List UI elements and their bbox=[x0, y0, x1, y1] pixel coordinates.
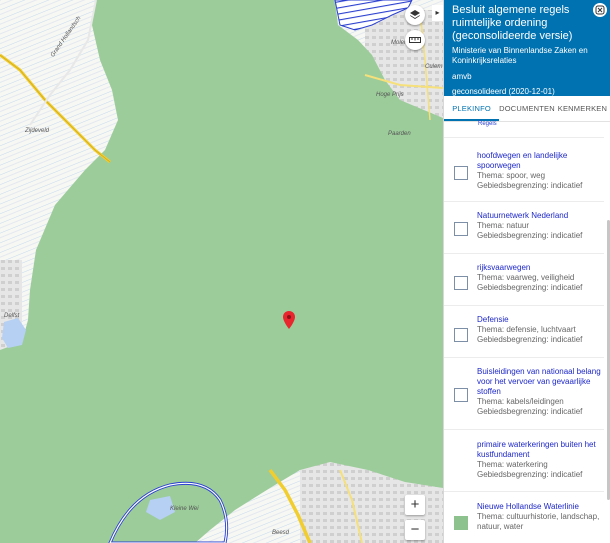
checkbox[interactable] bbox=[454, 166, 468, 180]
item-gebiedsbegrenzing: Gebiedsbegrenzing: indicatief bbox=[477, 407, 583, 416]
item-title[interactable]: primaire waterkeringen buiten het kustfu… bbox=[477, 440, 605, 460]
tab-documenten[interactable]: DOCUMENTEN bbox=[499, 96, 555, 121]
basemap bbox=[0, 0, 443, 543]
item-thema: Thema: spoor, weg bbox=[477, 171, 546, 180]
zoom-out-button[interactable]: − bbox=[405, 520, 425, 540]
item-gebiedsbegrenzing: Gebiedsbegrenzing: indicatief bbox=[477, 283, 583, 292]
layers-button[interactable] bbox=[405, 5, 425, 25]
map-label-hoge-prijs: Hoge Prijs bbox=[376, 92, 404, 98]
checkbox[interactable] bbox=[454, 276, 468, 290]
location-pin-icon[interactable] bbox=[283, 311, 295, 329]
regels-link[interactable]: Regels bbox=[444, 121, 610, 131]
item-gebiedsbegrenzing: Gebiedsbegrenzing: indicatief bbox=[477, 181, 583, 190]
map-label-kleine: Kleine Wei bbox=[170, 506, 199, 512]
list-item[interactable]: Buisleidingen van nationaal belang voor … bbox=[444, 357, 604, 429]
item-gebiedsbegrenzing: Gebiedsbegrenzing: indicatief bbox=[477, 231, 583, 240]
zoom-in-button[interactable]: + bbox=[405, 495, 425, 515]
map-label-zijdeveld: Zijdeveld bbox=[25, 128, 50, 134]
checkbox[interactable] bbox=[454, 388, 468, 402]
map-label-beesd: Beesd bbox=[272, 530, 290, 536]
map-label-culemborg: Culem bbox=[425, 64, 443, 70]
tab-kenmerken[interactable]: KENMERKEN bbox=[555, 96, 610, 121]
map-label-paarden: Paarden bbox=[388, 131, 411, 137]
item-thema: Thema: natuur bbox=[477, 221, 530, 230]
map-view[interactable]: Zijdeveld Grand Hollandsch Molen Culem H… bbox=[0, 0, 443, 543]
close-icon bbox=[595, 5, 605, 15]
item-thema: Thema: kabels/leidingen bbox=[477, 397, 564, 406]
list-item[interactable]: hoofdwegen en landelijke spoorwegen Them… bbox=[444, 137, 604, 201]
item-title[interactable]: Defensie bbox=[477, 315, 605, 325]
plan-title: Besluit algemene regels ruimtelijke orde… bbox=[452, 4, 573, 42]
plan-publisher: Ministerie van Binnenlandse Zaken en Kon… bbox=[452, 46, 588, 65]
item-thema: Thema: waterkering bbox=[477, 460, 548, 469]
tab-plekinfo[interactable]: PLEKINFO bbox=[444, 96, 500, 121]
ruler-icon bbox=[409, 37, 421, 43]
checkbox[interactable] bbox=[454, 222, 468, 236]
list-item[interactable]: primaire waterkeringen buiten het kustfu… bbox=[444, 429, 604, 491]
panel-tabs: PLEKINFO DOCUMENTEN KENMERKEN bbox=[444, 96, 610, 122]
item-title[interactable]: Natuurnetwerk Nederland bbox=[477, 211, 605, 221]
item-thema: Thema: vaarweg, veiligheid bbox=[477, 273, 575, 282]
item-title[interactable]: Nieuwe Hollandse Waterlinie bbox=[477, 502, 605, 512]
list-item[interactable]: Natuurnetwerk Nederland Thema: natuur Ge… bbox=[444, 201, 604, 253]
map-label-delfst: Delfst bbox=[4, 313, 20, 319]
collapse-panel-toggle[interactable]: ▸ bbox=[432, 5, 443, 21]
close-panel-button[interactable] bbox=[593, 3, 607, 17]
measure-button[interactable] bbox=[405, 30, 425, 50]
item-title[interactable]: Buisleidingen van nationaal belang voor … bbox=[477, 367, 605, 397]
layers-icon bbox=[410, 10, 420, 19]
item-title[interactable]: rijksvaarwegen bbox=[477, 263, 605, 273]
item-title[interactable]: hoofdwegen en landelijke spoorwegen bbox=[477, 151, 605, 171]
item-gebiedsbegrenzing: Gebiedsbegrenzing: indicatief bbox=[477, 335, 583, 344]
panel-header: Besluit algemene regels ruimtelijke orde… bbox=[444, 0, 610, 96]
list-item[interactable]: Defensie Thema: defensie, luchtvaart Geb… bbox=[444, 305, 604, 357]
list-item[interactable]: Nieuwe Hollandse Waterlinie Thema: cultu… bbox=[444, 491, 604, 543]
info-panel: Besluit algemene regels ruimtelijke orde… bbox=[443, 0, 610, 543]
item-gebiedsbegrenzing: Gebiedsbegrenzing: indicatief bbox=[477, 470, 583, 479]
checkbox[interactable] bbox=[454, 516, 468, 530]
plan-status: geconsolideerd (2020-12-01) bbox=[452, 87, 555, 96]
list-item[interactable]: rijksvaarwegen Thema: vaarweg, veilighei… bbox=[444, 253, 604, 305]
plan-type: amvb bbox=[452, 72, 472, 81]
checkbox[interactable] bbox=[454, 328, 468, 342]
item-thema: Thema: cultuurhistorie, landschap, natuu… bbox=[477, 512, 600, 531]
item-thema: Thema: defensie, luchtvaart bbox=[477, 325, 576, 334]
